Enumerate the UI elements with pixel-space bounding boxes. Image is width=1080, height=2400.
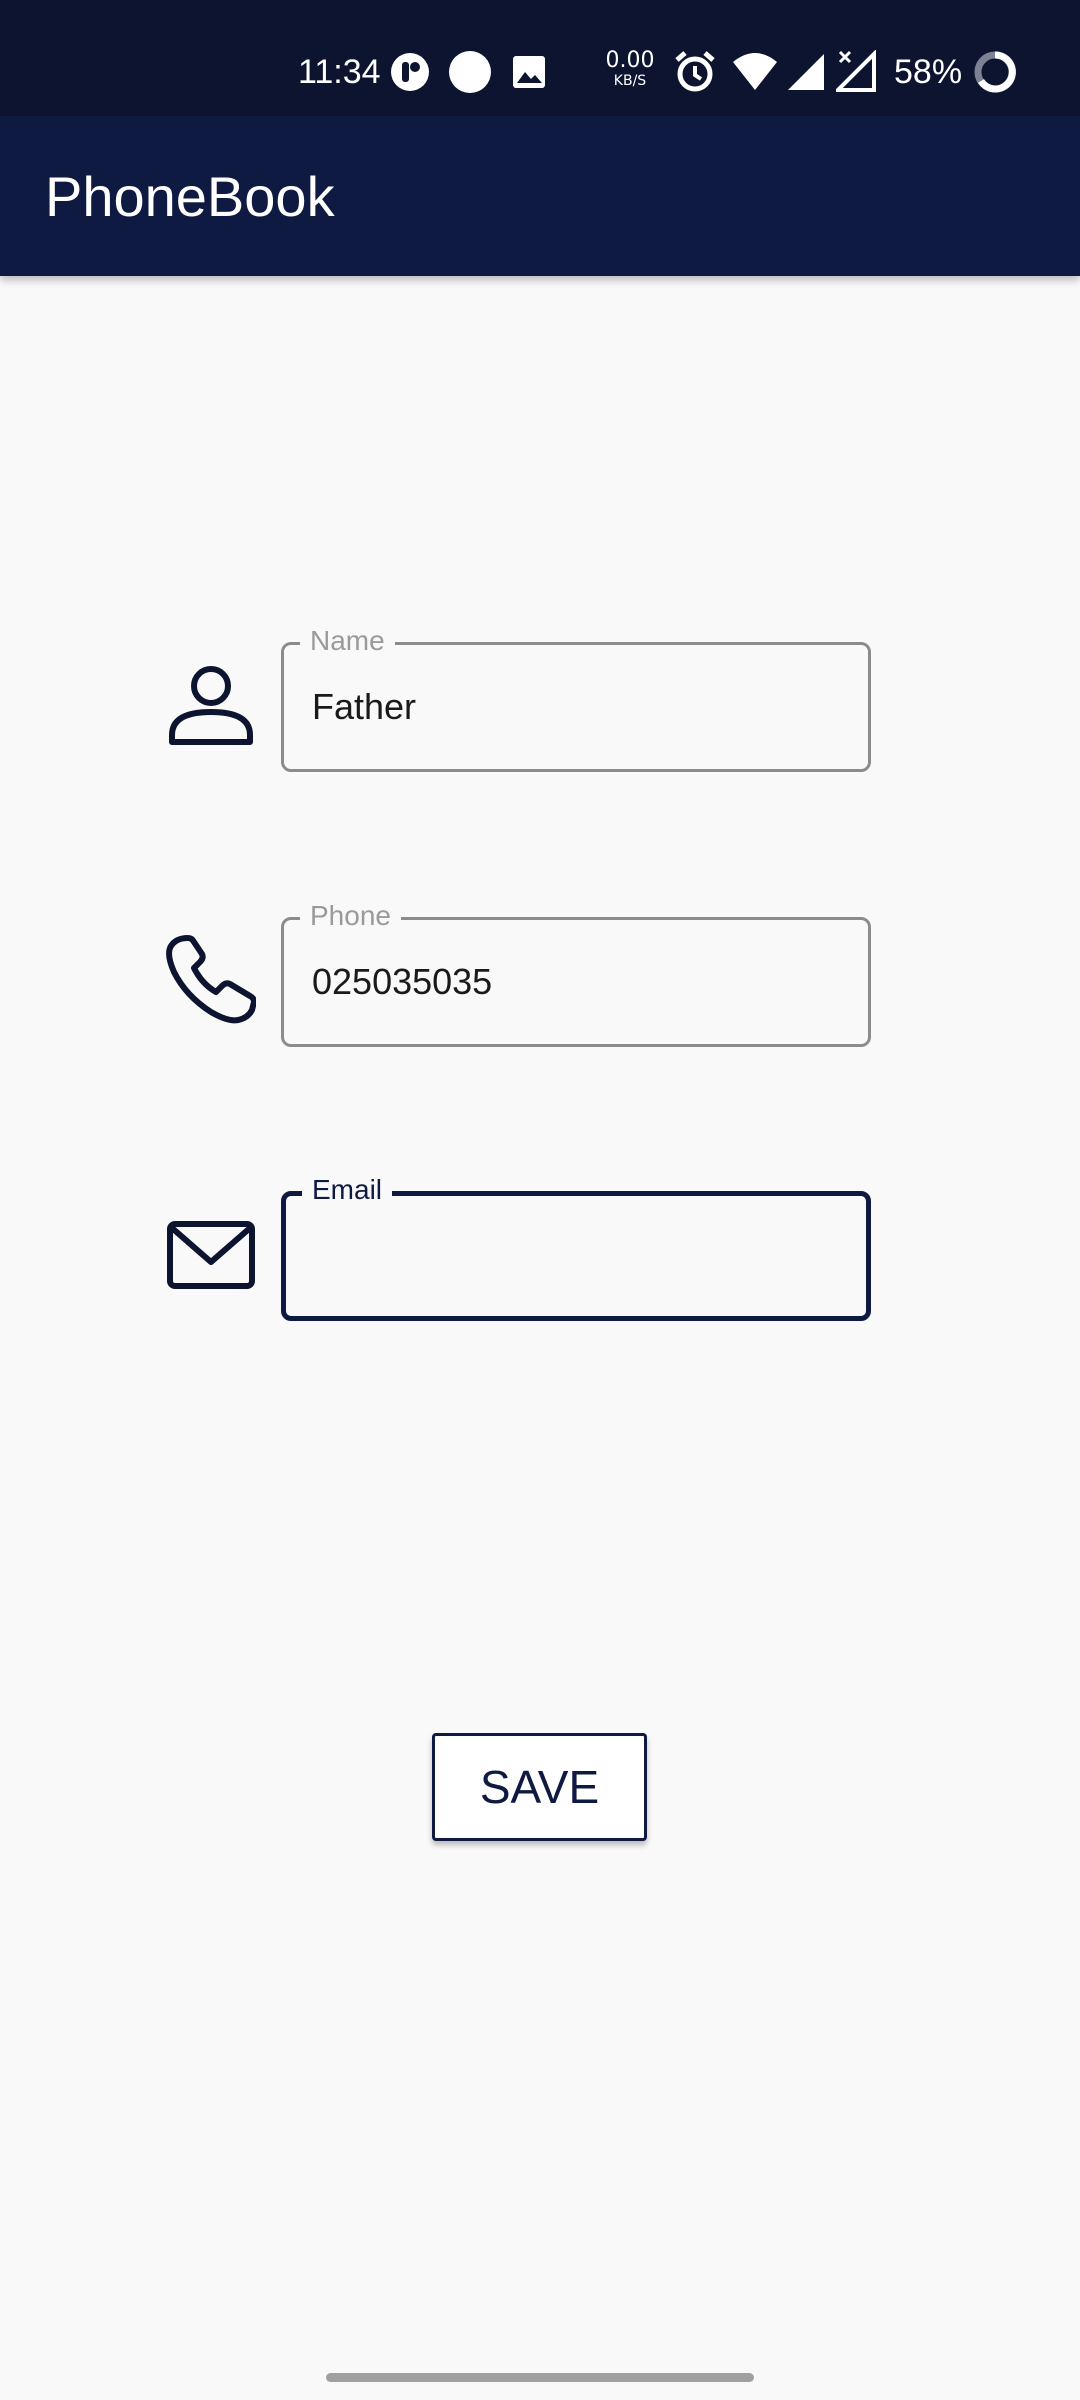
battery-percent: 58% [894, 53, 963, 91]
app-bar: PhoneBook [0, 116, 1080, 276]
status-time: 11:34 [298, 53, 381, 91]
save-button[interactable]: SAVE [432, 1733, 647, 1841]
app-notification-icon [391, 53, 429, 91]
email-field-label: Email [302, 1174, 393, 1206]
phone-icon [166, 935, 256, 1024]
image-notification-icon [513, 56, 545, 88]
person-icon [169, 666, 253, 745]
name-field[interactable]: Name Father [281, 625, 871, 772]
signal-no-service-icon [836, 50, 876, 92]
phone-field[interactable]: Phone 025035035 [281, 900, 871, 1047]
app-title: PhoneBook [45, 165, 335, 228]
status-bar: 11:34 0.00 KB/S 58% [0, 0, 1080, 116]
screen: 11:34 0.00 KB/S 58% PhoneBook Name Fathe… [0, 0, 1080, 2400]
email-field[interactable]: Email [281, 1174, 871, 1321]
signal-icon [788, 54, 824, 90]
wifi-icon [733, 53, 777, 90]
circle-notification-icon [449, 51, 491, 93]
alarm-icon [675, 51, 715, 92]
net-speed: 0.00 KB/S [604, 48, 656, 89]
gesture-bar[interactable] [326, 2373, 754, 2382]
mail-icon [167, 1221, 255, 1289]
battery-icon [974, 51, 1016, 93]
net-speed-value: 0.00 [605, 48, 655, 73]
phone-field-value[interactable]: 025035035 [312, 920, 492, 1044]
net-speed-unit: KB/S [613, 73, 647, 89]
name-field-value[interactable]: Father [312, 645, 416, 769]
